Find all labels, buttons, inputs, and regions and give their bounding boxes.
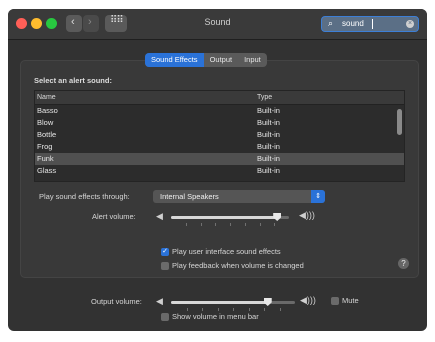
list-header: Name Type [35,91,404,105]
sound-preferences-window: ‹ › ⠿⠿ Sound ⌕ sound × Sound Effects Out… [8,9,427,331]
column-header-type[interactable]: Type [257,94,272,101]
tab-bar: Sound Effects Output Input [145,53,267,67]
volume-feedback-label[interactable]: Play feedback when volume is changed [172,261,304,270]
clear-search-icon[interactable]: × [406,20,414,28]
column-header-name[interactable]: Name [37,94,56,101]
slider-tick [264,308,265,311]
show-volume-menu-bar-label[interactable]: Show volume in menu bar [172,312,259,321]
alert-sound-heading: Select an alert sound: [34,76,112,85]
list-item-selected[interactable]: Funk Built-in [35,153,404,165]
slider-tick [233,308,234,311]
slider-tick [185,223,187,226]
tab-output[interactable]: Output [204,53,239,67]
alert-volume-label: Alert volume: [92,212,136,221]
slider-tick [202,308,203,311]
search-input[interactable]: sound [342,19,364,28]
sound-type: Built-in [257,142,280,151]
tab-sound-effects[interactable]: Sound Effects [145,53,204,67]
alert-volume-fill [171,216,278,219]
search-field[interactable]: ⌕ sound × [321,16,419,32]
slider-tick [248,308,250,311]
speaker-low-icon: ◀ [156,296,163,306]
ui-sounds-label[interactable]: Play user interface sound effects [172,247,281,256]
sound-name: Frog [37,142,53,151]
sound-name: Glass [37,166,57,175]
sound-type: Built-in [257,154,280,163]
ui-sounds-checkbox[interactable]: ✓ [161,248,169,256]
sound-type: Built-in [257,118,280,127]
output-device-value: Internal Speakers [160,192,219,201]
list-item[interactable]: Glass Built-in [35,165,404,177]
slider-tick [186,308,188,311]
alert-volume-slider[interactable] [171,213,289,226]
list-scrollbar[interactable] [397,109,402,135]
slider-tick [259,223,261,226]
mute-checkbox[interactable] [331,297,339,305]
sound-name: Blow [37,118,54,127]
output-volume-slider[interactable] [171,298,295,311]
output-device-select[interactable]: Internal Speakers ⇕ [153,190,325,203]
slider-tick [274,223,276,226]
speaker-low-icon: ◀ [156,211,163,221]
list-item[interactable]: Blow Built-in [35,117,404,129]
tab-input[interactable]: Input [238,53,267,67]
sound-type: Built-in [257,166,280,175]
sound-type: Built-in [257,106,280,115]
slider-tick [230,223,231,226]
slider-tick [279,308,281,311]
mute-label[interactable]: Mute [342,296,359,305]
sound-type: Built-in [257,130,280,139]
slider-tick [217,308,219,311]
list-item[interactable]: Basso Built-in [35,105,404,117]
help-button[interactable]: ? [398,258,409,269]
search-icon: ⌕ [328,18,334,28]
play-through-label: Play sound effects through: [39,192,130,201]
speaker-high-icon: ◀))) [299,210,315,220]
alert-sound-list[interactable]: Name Type Basso Built-in Blow Built-in B… [34,90,405,182]
slider-tick [200,223,202,226]
text-caret [372,19,373,29]
list-item[interactable]: Frog Built-in [35,141,404,153]
slider-tick [244,223,246,226]
speaker-high-icon: ◀))) [300,295,316,305]
sound-name: Funk [37,154,54,163]
sound-name: Bottle [37,130,57,139]
list-item[interactable]: Bottle Built-in [35,129,404,141]
output-volume-label: Output volume: [91,297,142,306]
updown-chevron-icon: ⇕ [311,190,325,203]
output-volume-fill [171,301,268,304]
slider-tick [215,223,217,226]
volume-feedback-checkbox[interactable] [161,262,169,270]
sound-name: Basso [37,106,58,115]
output-volume-knob[interactable] [263,298,272,306]
show-volume-menu-bar-checkbox[interactable] [161,313,169,321]
title-bar: ‹ › ⠿⠿ Sound ⌕ sound × [8,9,427,40]
